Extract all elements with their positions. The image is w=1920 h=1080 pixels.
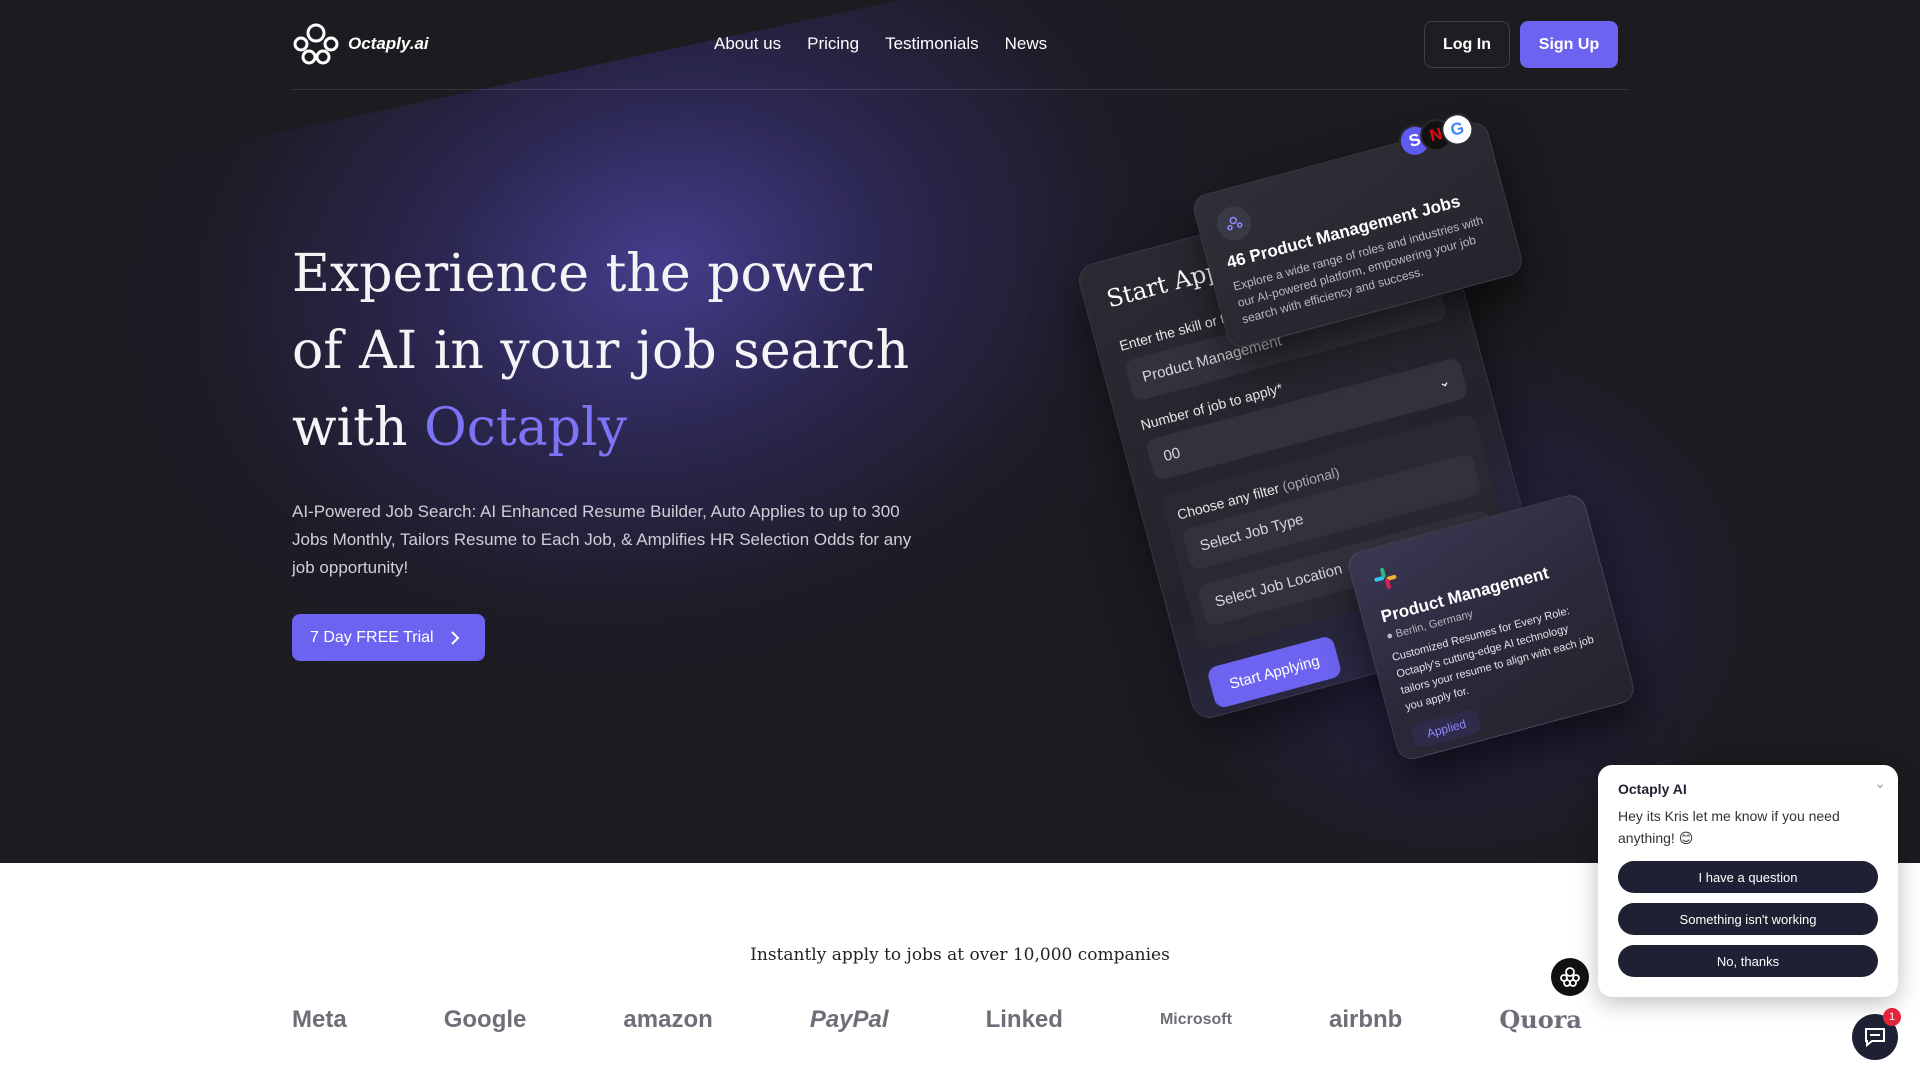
octopus-logo-icon	[293, 23, 339, 65]
chat-bubble-icon	[1865, 1028, 1885, 1048]
chat-option-no-thanks[interactable]: No, thanks	[1618, 945, 1878, 977]
top-nav: Octaply.ai About us Pricing Testimonials…	[292, 0, 1628, 90]
chevron-right-icon	[450, 630, 460, 645]
location-pin-icon: ●	[1385, 629, 1395, 643]
quora-logo-icon: Quora	[1499, 1005, 1582, 1034]
nav-testimonials[interactable]: Testimonials	[885, 34, 979, 54]
octopus-icon	[1213, 202, 1255, 245]
amazon-logo-icon: amazon	[623, 1005, 713, 1033]
nav-links: About us Pricing Testimonials News	[714, 34, 1047, 54]
company-logos-row: Meta Google amazon PayPal Linked Microso…	[292, 1005, 1582, 1034]
paypal-logo-icon: PayPal	[809, 1005, 889, 1033]
job-count-value: 00	[1161, 444, 1183, 466]
google-logo-icon: Google	[443, 1005, 527, 1033]
hero-headline: Experience the power of AI in your job s…	[292, 236, 932, 467]
company-logo-cluster: S N G	[1395, 109, 1477, 161]
chat-agent-name: Octaply AI	[1618, 781, 1687, 797]
brand-logo[interactable]: Octaply.ai	[292, 22, 429, 66]
hero-subtext: AI-Powered Job Search: AI Enhanced Resum…	[292, 502, 912, 577]
chat-avatar	[1551, 958, 1589, 996]
applied-status-badge: Applied	[1410, 708, 1483, 750]
login-button[interactable]: Log In	[1424, 21, 1510, 68]
chevron-down-icon[interactable]: ⌄	[1874, 775, 1886, 792]
chat-option-question[interactable]: I have a question	[1618, 861, 1878, 893]
chat-message: Hey its Kris let me know if you need any…	[1618, 808, 1840, 846]
octopus-avatar-icon	[1560, 967, 1580, 987]
airbnb-logo-icon: airbnb	[1328, 1005, 1403, 1033]
notification-badge: 1	[1883, 1008, 1901, 1026]
chat-option-not-working[interactable]: Something isn't working	[1618, 903, 1878, 935]
headline-accent: Octaply	[424, 398, 628, 458]
free-trial-label: 7 Day FREE Trial	[310, 628, 434, 646]
nav-news[interactable]: News	[1005, 34, 1048, 54]
linkedin-logo-icon: Linked	[985, 1005, 1063, 1033]
brand-name: Octaply.ai	[348, 34, 429, 53]
nav-about-us[interactable]: About us	[714, 34, 781, 54]
hero-section: Octaply.ai About us Pricing Testimonials…	[0, 0, 1920, 863]
chat-popup: ⌄ Octaply AI Hey its Kris let me know if…	[1598, 765, 1898, 997]
free-trial-button[interactable]: 7 Day FREE Trial	[292, 614, 485, 661]
microsoft-logo-icon: Microsoft	[1159, 1010, 1232, 1028]
slack-logo-icon	[1374, 567, 1397, 589]
signup-button[interactable]: Sign Up	[1520, 21, 1618, 68]
meta-logo-icon: Meta	[292, 1005, 347, 1033]
nav-pricing[interactable]: Pricing	[807, 34, 859, 54]
chevron-down-icon[interactable]: ⌄	[1436, 372, 1452, 391]
